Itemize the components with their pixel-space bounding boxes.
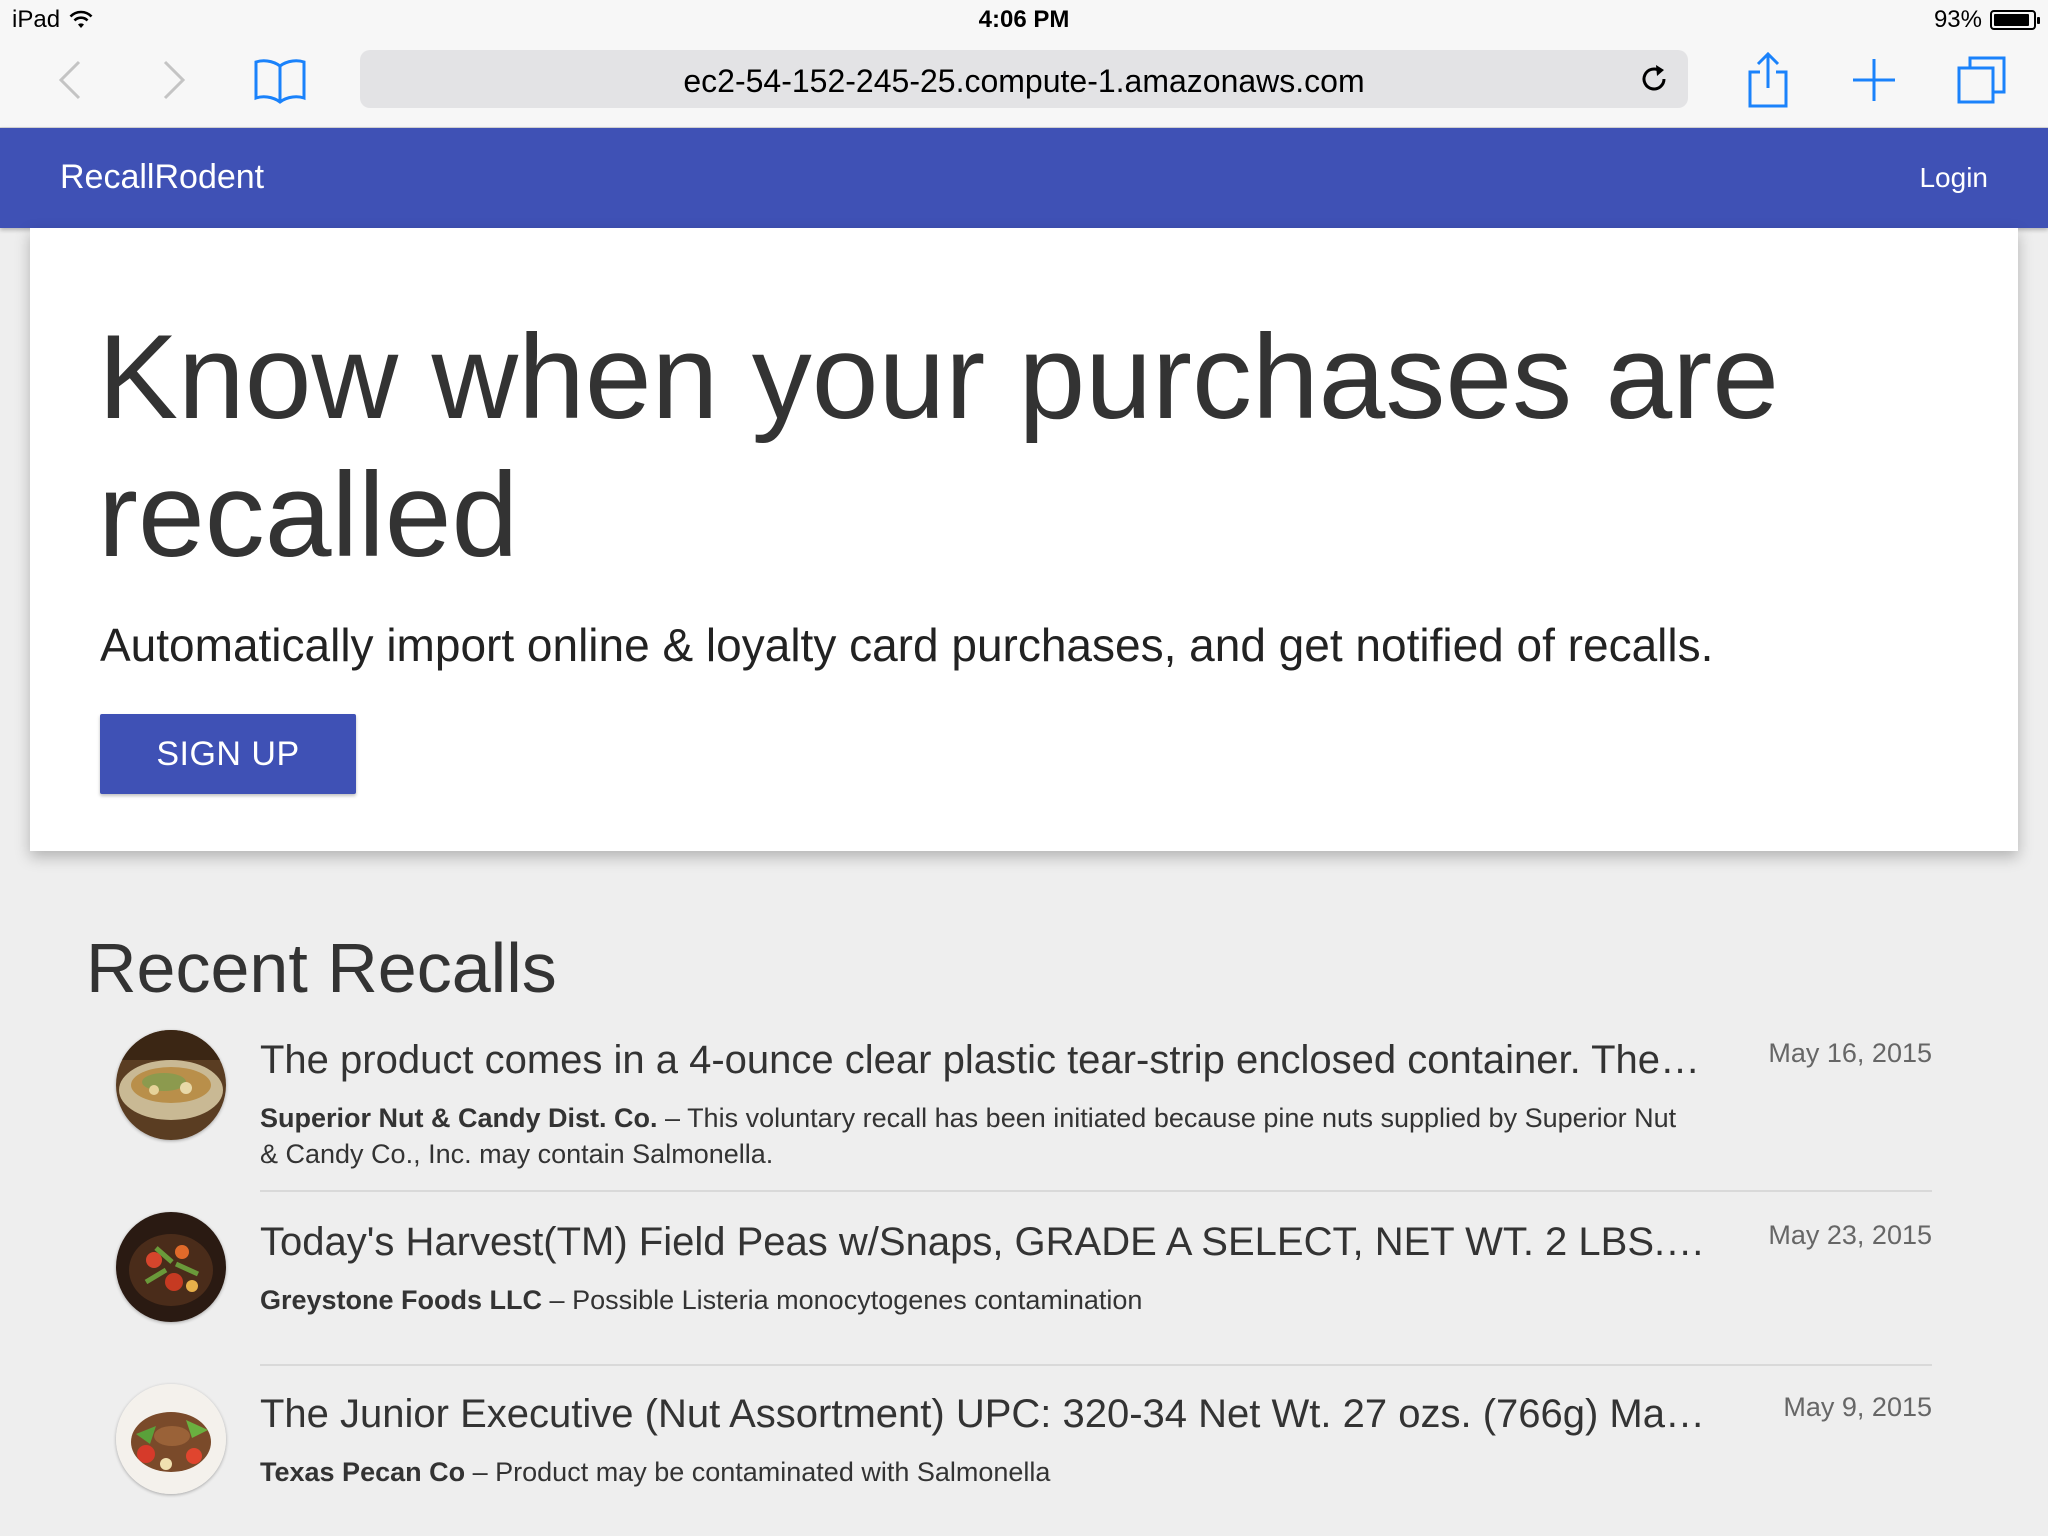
- tabs-button[interactable]: [1950, 50, 2014, 110]
- forward-button[interactable]: [142, 50, 206, 110]
- chevron-left-icon: [58, 60, 81, 100]
- book-icon: [254, 59, 306, 104]
- recall-thumbnail: [116, 1030, 226, 1140]
- share-button[interactable]: [1736, 50, 1800, 110]
- browser-toolbar: ec2-54-152-245-25.compute-1.amazonaws.co…: [0, 40, 2048, 128]
- recall-separator: –: [657, 1103, 688, 1133]
- address-bar[interactable]: ec2-54-152-245-25.compute-1.amazonaws.co…: [360, 50, 1688, 108]
- app-navbar: RecallRodent Login: [0, 128, 2048, 228]
- url-text: ec2-54-152-245-25.compute-1.amazonaws.co…: [683, 63, 1365, 99]
- battery-level: [1994, 14, 2030, 26]
- recall-reason: Product may be contaminated with Salmone…: [495, 1457, 1051, 1487]
- recall-description: Superior Nut & Candy Dist. Co. – This vo…: [260, 1100, 1700, 1172]
- recall-company: Superior Nut & Candy Dist. Co.: [260, 1103, 658, 1133]
- hero-subtitle: Automatically import online & loyalty ca…: [100, 619, 1714, 671]
- recall-thumbnail: [116, 1384, 226, 1494]
- recall-date: May 23, 2015: [1768, 1220, 1932, 1250]
- recall-date: May 9, 2015: [1783, 1392, 1932, 1422]
- login-link[interactable]: Login: [1919, 162, 1988, 194]
- bookmarks-button[interactable]: [248, 50, 312, 110]
- recall-title[interactable]: The product comes in a 4-ounce clear pla…: [260, 1038, 1710, 1083]
- recent-recalls-title: Recent Recalls: [86, 929, 557, 1007]
- recall-description: Texas Pecan Co – Product may be contamin…: [260, 1454, 1700, 1490]
- recall-separator: –: [465, 1457, 496, 1487]
- divider: [260, 1364, 1932, 1366]
- recall-title[interactable]: Today's Harvest(TM) Field Peas w/Snaps, …: [260, 1220, 1710, 1265]
- hero-card: Know when your purchases are recalled Au…: [30, 228, 2018, 851]
- battery-percent: 93%: [1933, 6, 1982, 33]
- recall-company: Texas Pecan Co: [260, 1457, 466, 1487]
- recall-thumbnail: [116, 1212, 226, 1322]
- chevron-right-icon: [163, 60, 186, 100]
- recall-company: Greystone Foods LLC: [260, 1285, 543, 1315]
- recall-reason: Possible Listeria monocytogenes contamin…: [572, 1285, 1143, 1315]
- hero-title: Know when your purchases are recalled: [98, 310, 1779, 582]
- battery-icon: [1990, 10, 2040, 30]
- status-bar: iPad 4:06 PM 93%: [0, 0, 2048, 40]
- back-button[interactable]: [38, 50, 102, 110]
- share-icon: [1748, 52, 1788, 108]
- reload-icon[interactable]: [1636, 61, 1672, 97]
- recall-separator: –: [542, 1285, 573, 1315]
- recall-title[interactable]: The Junior Executive (Nut Assortment) UP…: [260, 1392, 1710, 1437]
- sign-up-button[interactable]: SIGN UP: [100, 714, 356, 794]
- tabs-icon: [1957, 56, 2006, 104]
- recall-date: May 16, 2015: [1768, 1038, 1932, 1068]
- brand-logo[interactable]: RecallRodent: [60, 158, 264, 197]
- status-time: 4:06 PM: [978, 6, 1070, 33]
- plus-icon: [1853, 59, 1895, 101]
- new-tab-button[interactable]: [1842, 50, 1906, 110]
- divider: [260, 1190, 1932, 1192]
- recall-description: Greystone Foods LLC – Possible Listeria …: [260, 1282, 1700, 1318]
